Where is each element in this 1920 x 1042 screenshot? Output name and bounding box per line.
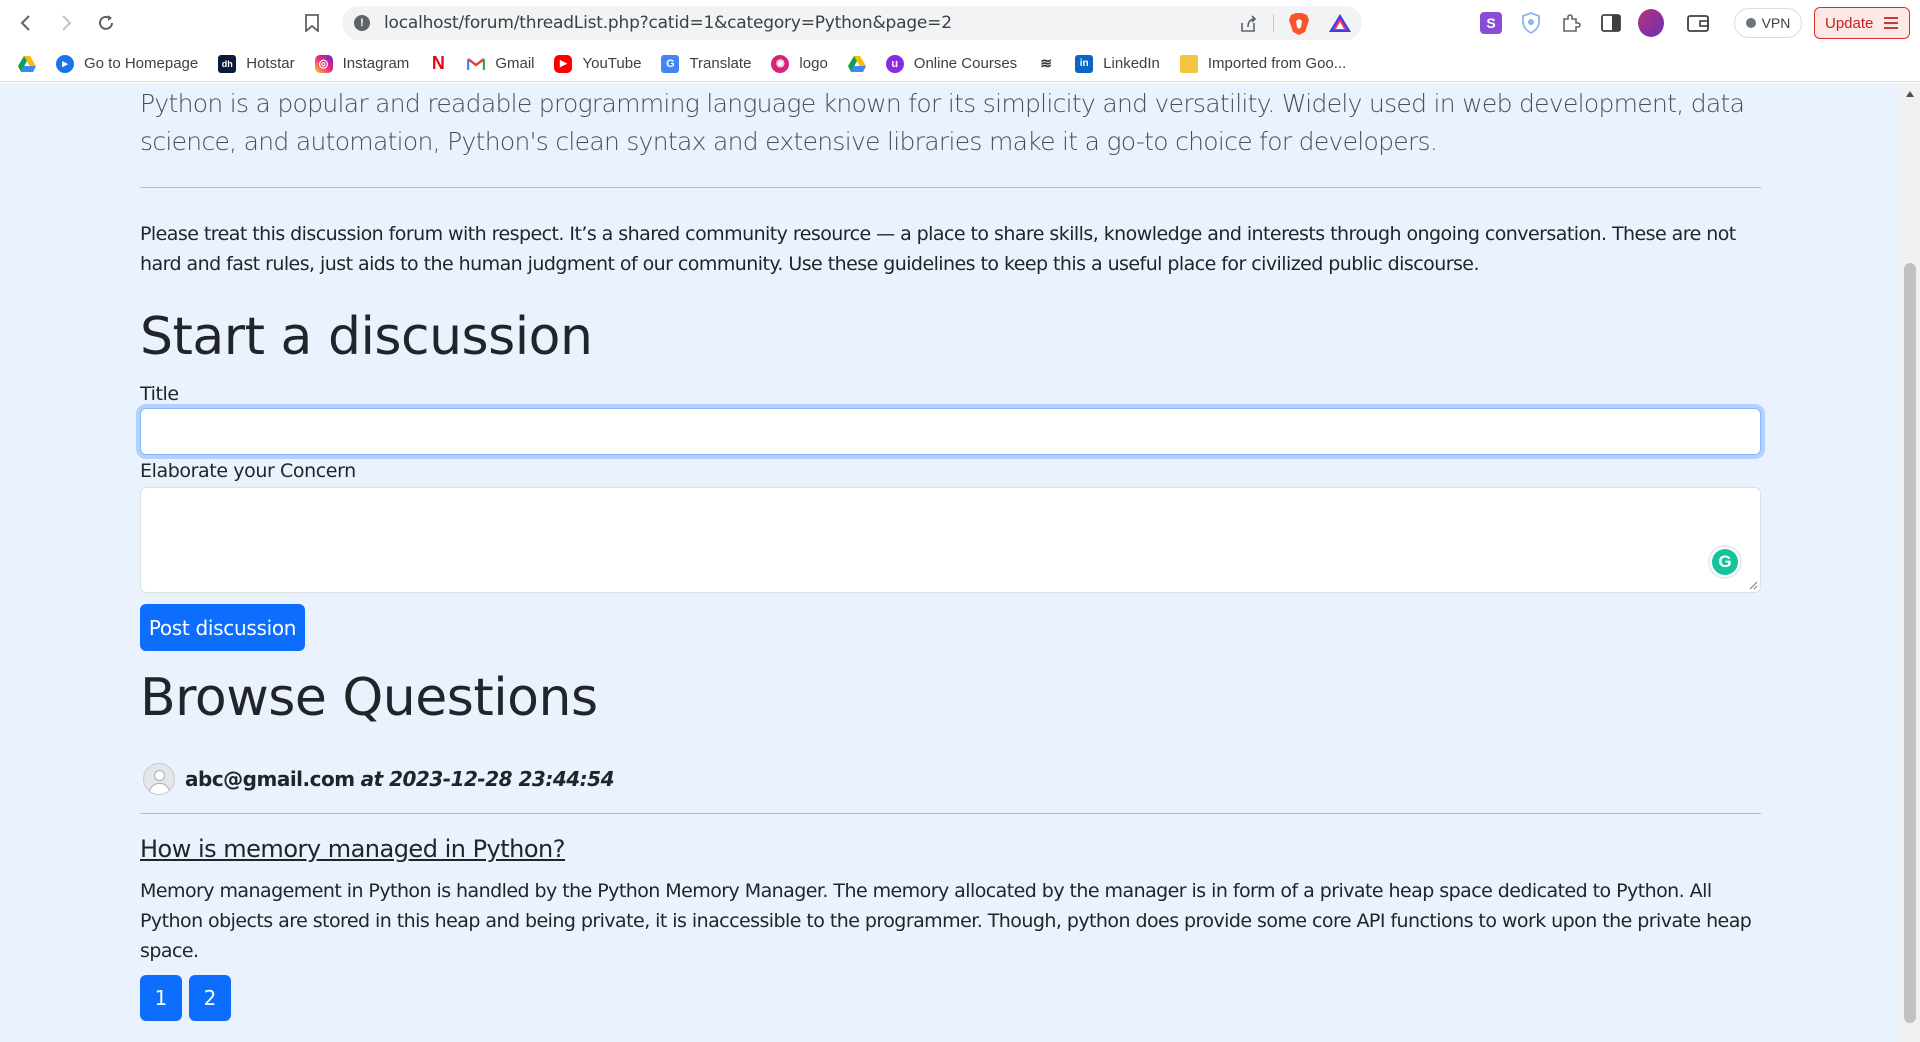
pagination: 1 2 <box>140 975 231 1021</box>
gmail-icon <box>467 55 486 73</box>
divider <box>140 813 1761 814</box>
scroll-up-arrow-icon[interactable] <box>1906 91 1914 97</box>
sidebar-toggle-icon[interactable] <box>1598 10 1624 36</box>
logo-icon: ◉ <box>771 54 790 73</box>
bookmark-stack[interactable]: ≋ <box>1037 50 1055 78</box>
post-discussion-button[interactable]: Post discussion <box>140 604 305 651</box>
bookmark-google-drive[interactable] <box>18 50 36 78</box>
scrollbar-thumb[interactable] <box>1904 263 1916 1023</box>
extension-s-icon[interactable]: S <box>1478 10 1504 36</box>
linkedin-icon: in <box>1075 54 1094 73</box>
thread-title-link[interactable]: How is memory managed in Python? <box>140 835 566 863</box>
bookmark-page-button[interactable] <box>300 11 324 35</box>
google-drive-icon <box>18 55 36 73</box>
vpn-status-icon <box>1745 18 1756 28</box>
bookmark-gmail[interactable]: Gmail <box>467 50 534 78</box>
update-button[interactable]: Update <box>1814 7 1910 39</box>
vpn-button[interactable]: VPN <box>1734 8 1802 38</box>
menu-icon <box>1884 17 1898 29</box>
bookmark-netflix[interactable]: N <box>429 50 447 78</box>
bookmark-linkedin[interactable]: in LinkedIn <box>1075 50 1160 78</box>
page-2-button[interactable]: 2 <box>189 975 231 1021</box>
folder-icon <box>1179 54 1198 73</box>
reload-icon <box>99 15 113 30</box>
forward-button[interactable] <box>50 7 82 39</box>
update-label: Update <box>1825 14 1874 32</box>
bookmark-translate[interactable]: G Translate <box>661 50 751 78</box>
bookmark-google-drive-2[interactable] <box>847 50 866 78</box>
translate-icon: G <box>661 54 680 73</box>
bookmark-label: Online Courses <box>913 55 1018 72</box>
bookmark-hotstar[interactable]: dh Hotstar <box>218 50 295 78</box>
instagram-icon: ◎ <box>314 54 333 73</box>
thread-timestamp: at 2023-12-28 23:44:54 <box>360 767 615 791</box>
bookmark-online-courses[interactable]: u Online Courses <box>885 50 1018 78</box>
bookmarks-bar: ▸ Go to Homepage dh Hotstar ◎ Instagram … <box>0 46 1920 82</box>
bookmark-label: Translate <box>689 55 752 72</box>
bookmark-label: logo <box>799 55 828 72</box>
vpn-label: VPN <box>1761 15 1791 31</box>
concern-textarea[interactable] <box>140 487 1761 593</box>
grammarly-icon[interactable]: G <box>1708 545 1742 579</box>
back-arrow-icon <box>20 15 30 31</box>
page-viewport: Python is a popular and readable program… <box>0 83 1900 1042</box>
user-avatar-icon <box>143 763 175 795</box>
shield-extension-icon[interactable] <box>1518 10 1544 36</box>
title-label: Title <box>140 383 179 405</box>
youtube-icon: ▶ <box>554 54 573 73</box>
bookmark-youtube[interactable]: ▶ YouTube <box>554 50 641 78</box>
share-icon[interactable] <box>1238 14 1258 34</box>
netflix-icon: N <box>431 53 445 73</box>
page-1-button[interactable]: 1 <box>140 975 182 1021</box>
start-discussion-heading: Start a discussion <box>140 307 593 367</box>
bookmark-label: Gmail <box>495 55 535 72</box>
back-button[interactable] <box>10 7 42 39</box>
bookmark-label: Hotstar <box>246 55 295 72</box>
browser-toolbar: ! localhost/forum/threadList.php?catid=1… <box>0 0 1920 46</box>
bookmark-imported-folder[interactable]: Imported from Goo... <box>1179 50 1347 78</box>
bookmark-label: Go to Homepage <box>84 55 199 72</box>
bookmark-label: YouTube <box>582 55 642 72</box>
category-description: Python is a popular and readable program… <box>140 89 1745 156</box>
reload-button[interactable] <box>90 7 122 39</box>
bookmark-label: Imported from Goo... <box>1207 55 1347 72</box>
forward-arrow-icon <box>62 15 72 31</box>
url-text[interactable]: localhost/forum/threadList.php?catid=1&c… <box>384 13 952 33</box>
page-scrollbar[interactable] <box>1900 83 1920 1042</box>
online-courses-icon: u <box>885 54 904 73</box>
stack-icon: ≋ <box>1040 55 1053 71</box>
concern-label: Elaborate your Concern <box>140 460 356 482</box>
homepage-icon: ▸ <box>56 54 74 73</box>
google-drive-icon <box>847 55 866 73</box>
forum-guidelines: Please treat this discussion forum with … <box>140 223 1736 275</box>
bookmark-instagram[interactable]: ◎ Instagram <box>314 50 410 78</box>
bookmark-label: Instagram <box>342 55 410 72</box>
hotstar-icon: dh <box>218 54 237 73</box>
address-bar[interactable]: ! localhost/forum/threadList.php?catid=1… <box>342 6 1362 40</box>
bookmark-go-to-homepage[interactable]: ▸ Go to Homepage <box>56 50 198 78</box>
site-info-icon[interactable]: ! <box>354 15 370 31</box>
thread-meta: abc@gmail.com at 2023-12-28 23:44:54 <box>140 761 614 797</box>
wallet-icon[interactable] <box>1685 10 1711 36</box>
profile-avatar[interactable] <box>1638 9 1664 37</box>
bookmark-logo[interactable]: ◉ logo <box>771 50 828 78</box>
address-bar-divider <box>1273 14 1274 32</box>
brave-rewards-icon[interactable] <box>1328 13 1352 33</box>
brave-shields-icon[interactable] <box>1288 12 1310 36</box>
thread-user: abc@gmail.com <box>185 767 355 791</box>
divider <box>140 187 1761 188</box>
thread-body: Memory management in Python is handled b… <box>140 880 1752 962</box>
title-input[interactable] <box>140 408 1761 455</box>
bookmark-icon <box>305 14 319 32</box>
extensions-puzzle-icon[interactable] <box>1558 10 1584 36</box>
bookmark-label: LinkedIn <box>1103 55 1160 72</box>
resize-handle-icon[interactable] <box>1748 580 1758 590</box>
browse-questions-heading: Browse Questions <box>140 668 598 728</box>
